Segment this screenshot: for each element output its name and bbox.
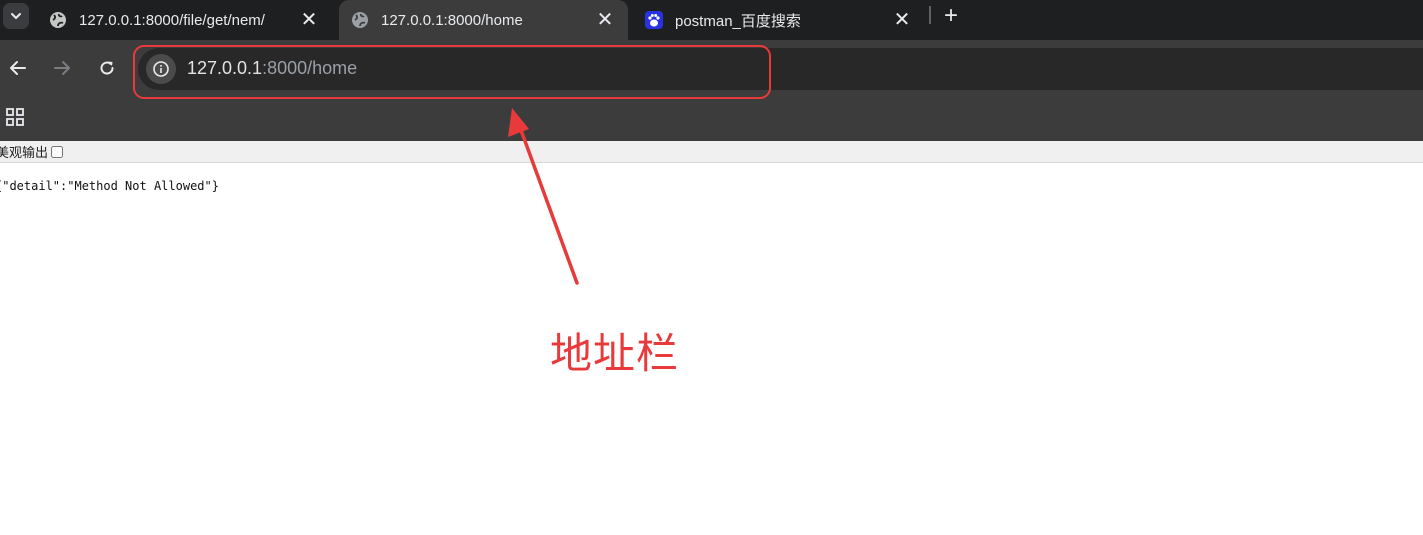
pretty-print-bar: 美观输出: [0, 141, 1423, 163]
reload-button[interactable]: [90, 51, 124, 85]
forward-button[interactable]: [45, 51, 79, 85]
tab-search-button[interactable]: [3, 3, 29, 29]
arrow-right-icon: [54, 61, 70, 75]
back-button[interactable]: [1, 51, 35, 85]
json-response-text: {"detail":"Method Not Allowed"}: [0, 179, 219, 193]
apps-grid-icon[interactable]: [4, 106, 26, 128]
bookmarks-bar: [0, 96, 1423, 141]
close-icon[interactable]: ✕: [594, 9, 616, 31]
tab-file-get[interactable]: 127.0.0.1:8000/file/get/nem/ ✕: [37, 0, 332, 40]
address-bar-highlight: [133, 45, 771, 99]
tab-title: 127.0.0.1:8000/file/get/nem/: [79, 11, 265, 29]
tab-home[interactable]: 127.0.0.1:8000/home ✕: [339, 0, 628, 40]
globe-icon: [49, 11, 67, 29]
plus-icon: +: [943, 2, 958, 29]
baidu-paw-icon: [645, 11, 663, 29]
reload-icon: [100, 61, 114, 75]
chevron-down-icon: [11, 13, 21, 19]
close-icon[interactable]: ✕: [298, 9, 320, 31]
tab-strip: 127.0.0.1:8000/file/get/nem/ ✕ 127.0.0.1…: [0, 0, 1423, 40]
tab-title: 127.0.0.1:8000/home: [381, 11, 523, 29]
pretty-print-checkbox[interactable]: [51, 145, 64, 158]
arrow-left-icon: [10, 61, 26, 75]
tab-separator: [929, 6, 931, 24]
close-icon[interactable]: ✕: [891, 9, 913, 31]
globe-icon: [351, 11, 369, 29]
tab-title: postman_百度搜索: [675, 12, 801, 30]
tab-postman-baidu[interactable]: postman_百度搜索 ✕: [633, 0, 925, 40]
annotation-label: 地址栏: [550, 329, 680, 378]
pretty-print-label: 美观输出: [0, 146, 49, 161]
new-tab-button[interactable]: +: [938, 2, 964, 29]
